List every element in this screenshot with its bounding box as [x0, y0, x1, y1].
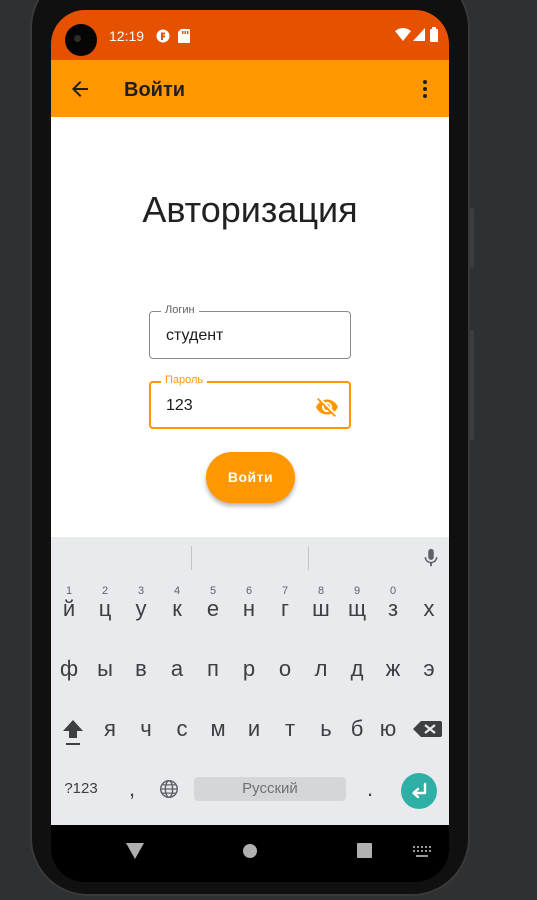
key[interactable]: 8ш	[303, 585, 339, 633]
key[interactable]: ф	[51, 645, 87, 693]
key[interactable]: п	[195, 645, 231, 693]
app-bar-title: Войти	[124, 79, 186, 101]
login-button[interactable]: Войти	[206, 452, 295, 503]
login-field-label: Логин	[161, 304, 199, 316]
strip-divider	[191, 546, 192, 570]
key[interactable]: ы	[87, 645, 123, 693]
symbols-key[interactable]: ?123	[59, 769, 103, 809]
login-form: Авторизация Логин студент Пароль 123 Вой…	[51, 117, 449, 537]
battery-icon	[430, 27, 438, 42]
enter-icon	[412, 782, 427, 799]
home-circle-icon[interactable]	[243, 844, 257, 858]
comma-key[interactable]: ,	[117, 769, 147, 809]
key[interactable]: э	[411, 645, 447, 693]
password-field[interactable]: Пароль 123	[149, 374, 351, 429]
key[interactable]: 4к	[159, 585, 195, 633]
key[interactable]: а	[159, 645, 195, 693]
key[interactable]: ч	[128, 705, 164, 753]
period-key[interactable]: .	[355, 769, 385, 809]
globe-icon[interactable]	[158, 778, 180, 800]
more-vert-icon[interactable]	[413, 77, 437, 101]
keyboard-switch-icon[interactable]	[413, 846, 431, 858]
back-triangle-icon[interactable]	[126, 843, 144, 859]
key[interactable]: 2ц	[87, 585, 123, 633]
phone-screen: 12:19 Войти Авторизация Логин студент Па…	[51, 10, 449, 882]
status-time: 12:19	[109, 28, 145, 44]
key[interactable]: х	[411, 585, 447, 633]
password-field-value: 123	[166, 397, 193, 414]
notification-app-icon	[156, 29, 170, 43]
key[interactable]: в	[123, 645, 159, 693]
password-field-label: Пароль	[161, 374, 208, 386]
app-bar: Войти	[51, 60, 449, 117]
strip-divider	[308, 546, 309, 570]
key[interactable]: р	[231, 645, 267, 693]
visibility-off-icon[interactable]	[315, 395, 339, 419]
front-camera	[65, 24, 97, 56]
login-field[interactable]: Логин студент	[149, 304, 351, 359]
key[interactable]: л	[303, 645, 339, 693]
key[interactable]: о	[267, 645, 303, 693]
sd-card-icon	[178, 29, 190, 43]
key[interactable]: 1й	[51, 585, 87, 633]
backspace-icon[interactable]	[407, 707, 447, 755]
arrow-back-icon[interactable]	[68, 77, 92, 101]
suggestion-strip	[51, 537, 449, 579]
wifi-icon	[395, 28, 411, 41]
key[interactable]: 9щ	[339, 585, 375, 633]
key[interactable]: и	[236, 705, 272, 753]
key[interactable]: 6н	[231, 585, 267, 633]
space-bar[interactable]: Русский	[194, 777, 346, 801]
power-button	[470, 208, 474, 268]
page-title: Авторизация	[142, 189, 358, 230]
key[interactable]: с	[164, 705, 200, 753]
key[interactable]: ж	[375, 645, 411, 693]
key[interactable]: 7г	[267, 585, 303, 633]
soft-keyboard: 1й 2ц 3у 4к 5е 6н 7г 8ш 9щ 0з х ф ы в а …	[51, 537, 449, 825]
volume-button	[470, 330, 474, 440]
key[interactable]: д	[339, 645, 375, 693]
login-field-value: студент	[166, 327, 224, 344]
key[interactable]: м	[200, 705, 236, 753]
key[interactable]: 0з	[375, 585, 411, 633]
key[interactable]: 5е	[195, 585, 231, 633]
signal-icon	[413, 28, 425, 41]
key[interactable]: 3у	[123, 585, 159, 633]
mic-icon[interactable]	[420, 547, 442, 569]
shift-icon[interactable]	[53, 707, 93, 755]
key[interactable]: ю	[370, 705, 406, 753]
navigation-bar	[51, 825, 449, 882]
key[interactable]: т	[272, 705, 308, 753]
key[interactable]: я	[92, 705, 128, 753]
status-bar: 12:19	[51, 10, 449, 60]
recents-square-icon[interactable]	[357, 843, 372, 858]
enter-key[interactable]	[401, 773, 437, 809]
